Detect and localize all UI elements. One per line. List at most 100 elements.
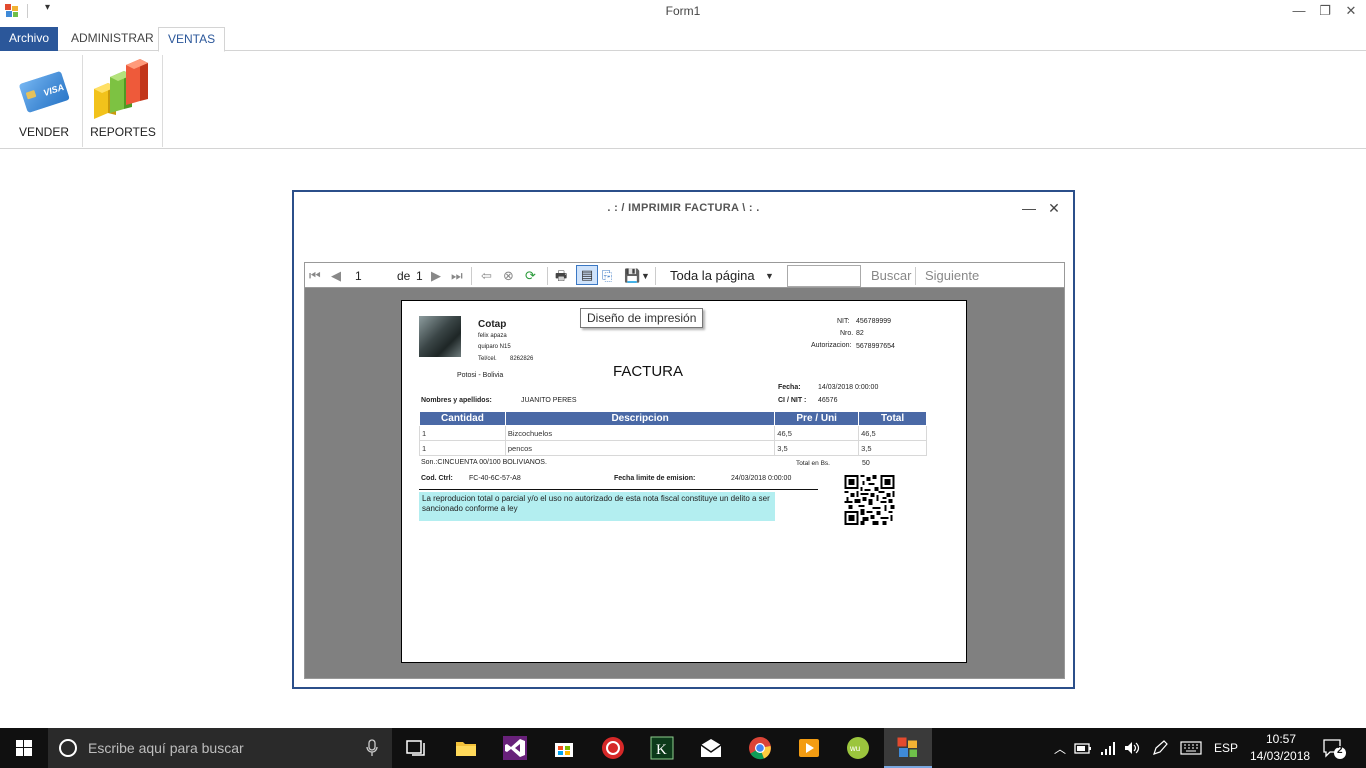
company-address-2: quiparo N15 xyxy=(478,344,511,350)
table-cell: Bizcochuelos xyxy=(504,425,776,441)
toolbar-separator xyxy=(471,267,472,285)
next-page-icon[interactable]: ▶ xyxy=(431,267,441,285)
ribbon-separator xyxy=(82,55,83,147)
credit-card-icon: VISA xyxy=(19,71,70,113)
clock-time[interactable]: 10:57 xyxy=(1266,732,1296,746)
show-hidden-icons-icon[interactable]: ︿ xyxy=(1054,740,1066,757)
store-icon[interactable] xyxy=(552,736,576,760)
tab-archivo[interactable]: Archivo xyxy=(0,27,59,51)
stop-icon[interactable]: ⊗ xyxy=(503,267,514,285)
mail-icon[interactable] xyxy=(699,736,723,760)
reportes-label: REPORTES xyxy=(90,125,156,139)
windows-start-icon[interactable] xyxy=(0,728,48,768)
media-player-icon[interactable] xyxy=(797,736,821,760)
visual-studio-icon[interactable] xyxy=(503,736,527,760)
pen-icon[interactable] xyxy=(1152,740,1168,756)
print-icon[interactable]: 🖶 xyxy=(555,267,567,285)
next-match-button[interactable]: Siguiente xyxy=(925,267,979,285)
print-invoice-dialog: . : / IMPRIMIR FACTURA \ : . — ✕ ⏮ ◀ 1 d… xyxy=(292,190,1075,689)
page-setup-icon[interactable]: ⎘ xyxy=(602,267,612,285)
app-red-icon[interactable] xyxy=(601,736,625,760)
nit-value: 456789999 xyxy=(856,318,892,325)
vender-button[interactable]: VISA VENDER xyxy=(8,51,80,148)
table-header-row: Cantidad Descripcion Pre / Uni Total xyxy=(419,411,927,426)
limit-date-label: Fecha limite de emision: xyxy=(614,475,696,482)
column-header: Pre / Uni xyxy=(774,411,860,426)
table-cell: pencos xyxy=(504,440,776,456)
table-row: 1 Bizcochuelos 46,5 46,5 xyxy=(419,425,927,441)
ribbon-separator xyxy=(162,55,163,147)
current-page-field[interactable]: 1 xyxy=(355,267,362,285)
cortana-icon xyxy=(59,739,77,757)
invoice-page: Cotap felix apaza quiparo N15 Tel/cel. 8… xyxy=(401,300,967,663)
previous-page-icon[interactable]: ◀ xyxy=(331,267,341,285)
file-explorer-icon[interactable] xyxy=(454,736,478,760)
window-title: Form1 xyxy=(665,4,701,18)
active-app-highlight[interactable] xyxy=(884,728,932,768)
network-signal-icon[interactable] xyxy=(1100,740,1116,756)
vender-label: VENDER xyxy=(18,125,69,139)
table-cell: 3,5 xyxy=(774,440,860,456)
control-code-label: Cod. Ctrl: xyxy=(421,475,453,482)
app-green-circle-icon[interactable]: wu xyxy=(846,736,870,760)
table-cell: 3,5 xyxy=(858,440,927,456)
table-cell: 1 xyxy=(419,440,506,456)
client-value: JUANITO PERES xyxy=(521,397,577,404)
clock-date[interactable]: 14/03/2018 xyxy=(1250,749,1310,763)
limit-date-value: 24/03/2018 0:00:00 xyxy=(731,475,792,482)
column-header: Total xyxy=(858,411,927,426)
first-page-icon[interactable]: ⏮ xyxy=(309,267,321,285)
nit-label: NIT: xyxy=(837,318,850,325)
close-button[interactable]: ✕ xyxy=(1336,0,1366,22)
print-layout-icon[interactable]: ▤ xyxy=(576,265,598,285)
auth-label: Autorizacion: xyxy=(811,342,852,349)
ribbon-tabs: Archivo ADMINISTRAR VENTAS xyxy=(0,27,1366,52)
export-icon[interactable]: 💾 xyxy=(624,267,640,285)
search-button[interactable]: Buscar xyxy=(871,267,911,285)
taskbar-search-box[interactable]: Escribe aquí para buscar xyxy=(48,728,392,768)
export-dropdown-icon[interactable]: ▼ xyxy=(641,267,650,285)
company-logo-image xyxy=(419,316,461,357)
dialog-minimize-button[interactable]: — xyxy=(1020,200,1038,216)
location-text: Potosi - Bolivia xyxy=(457,372,504,379)
report-viewer-toolbar: ⏮ ◀ 1 de 1 ▶ ⏭ ⇦ ⊗ ⟳ 🖶 ▤ ⎘ 💾 ▼ Toda la p… xyxy=(304,262,1065,288)
zoom-select[interactable]: Toda la página xyxy=(670,267,755,285)
divider-line xyxy=(419,489,818,490)
phone-value: 8262826 xyxy=(510,356,534,362)
dialog-close-button[interactable]: ✕ xyxy=(1045,200,1063,217)
form1-app-icon xyxy=(897,737,917,757)
toolbar-separator xyxy=(915,267,916,285)
microphone-icon[interactable] xyxy=(366,739,378,757)
auth-value: 5678997654 xyxy=(856,343,895,350)
phone-label: Tel/cel. xyxy=(478,356,497,362)
refresh-icon[interactable]: ⟳ xyxy=(525,267,536,285)
tab-ventas[interactable]: VENTAS xyxy=(158,27,226,52)
title-bar: ▾ Form1 — ❐ ✕ xyxy=(0,0,1366,24)
battery-icon[interactable] xyxy=(1074,740,1092,756)
items-table: Cantidad Descripcion Pre / Uni Total 1 B… xyxy=(419,411,927,456)
volume-icon[interactable] xyxy=(1124,740,1142,756)
nro-label: Nro. xyxy=(840,330,854,337)
dialog-title: . : / IMPRIMIR FACTURA \ : . xyxy=(607,202,760,214)
toolbar-separator xyxy=(655,267,656,285)
search-input[interactable] xyxy=(787,265,861,287)
tab-administrar[interactable]: ADMINISTRAR xyxy=(62,27,163,51)
print-layout-tooltip: Diseño de impresión xyxy=(580,308,704,328)
app-green-k-icon[interactable]: K xyxy=(650,736,674,760)
fecha-label: Fecha: xyxy=(778,384,801,391)
chrome-icon[interactable] xyxy=(748,736,772,760)
notification-count: 2 xyxy=(1337,745,1343,756)
report-viewport[interactable]: Cotap felix apaza quiparo N15 Tel/cel. 8… xyxy=(304,288,1065,679)
fecha-value: 14/03/2018 0:00:00 xyxy=(818,384,879,391)
total-pages-label: 1 xyxy=(416,269,423,283)
toolbar-separator xyxy=(547,267,548,285)
invoice-title: FACTURA xyxy=(613,363,684,380)
touch-keyboard-icon[interactable] xyxy=(1180,740,1202,756)
control-code-value: FC-40-6C-57-A8 xyxy=(469,475,521,482)
zoom-dropdown-icon[interactable]: ▼ xyxy=(765,267,774,285)
last-page-icon[interactable]: ⏭ xyxy=(451,267,463,285)
input-language[interactable]: ESP xyxy=(1214,741,1238,755)
reportes-button[interactable]: REPORTES xyxy=(86,51,160,148)
task-view-icon[interactable] xyxy=(404,736,428,760)
back-icon[interactable]: ⇦ xyxy=(481,267,492,285)
